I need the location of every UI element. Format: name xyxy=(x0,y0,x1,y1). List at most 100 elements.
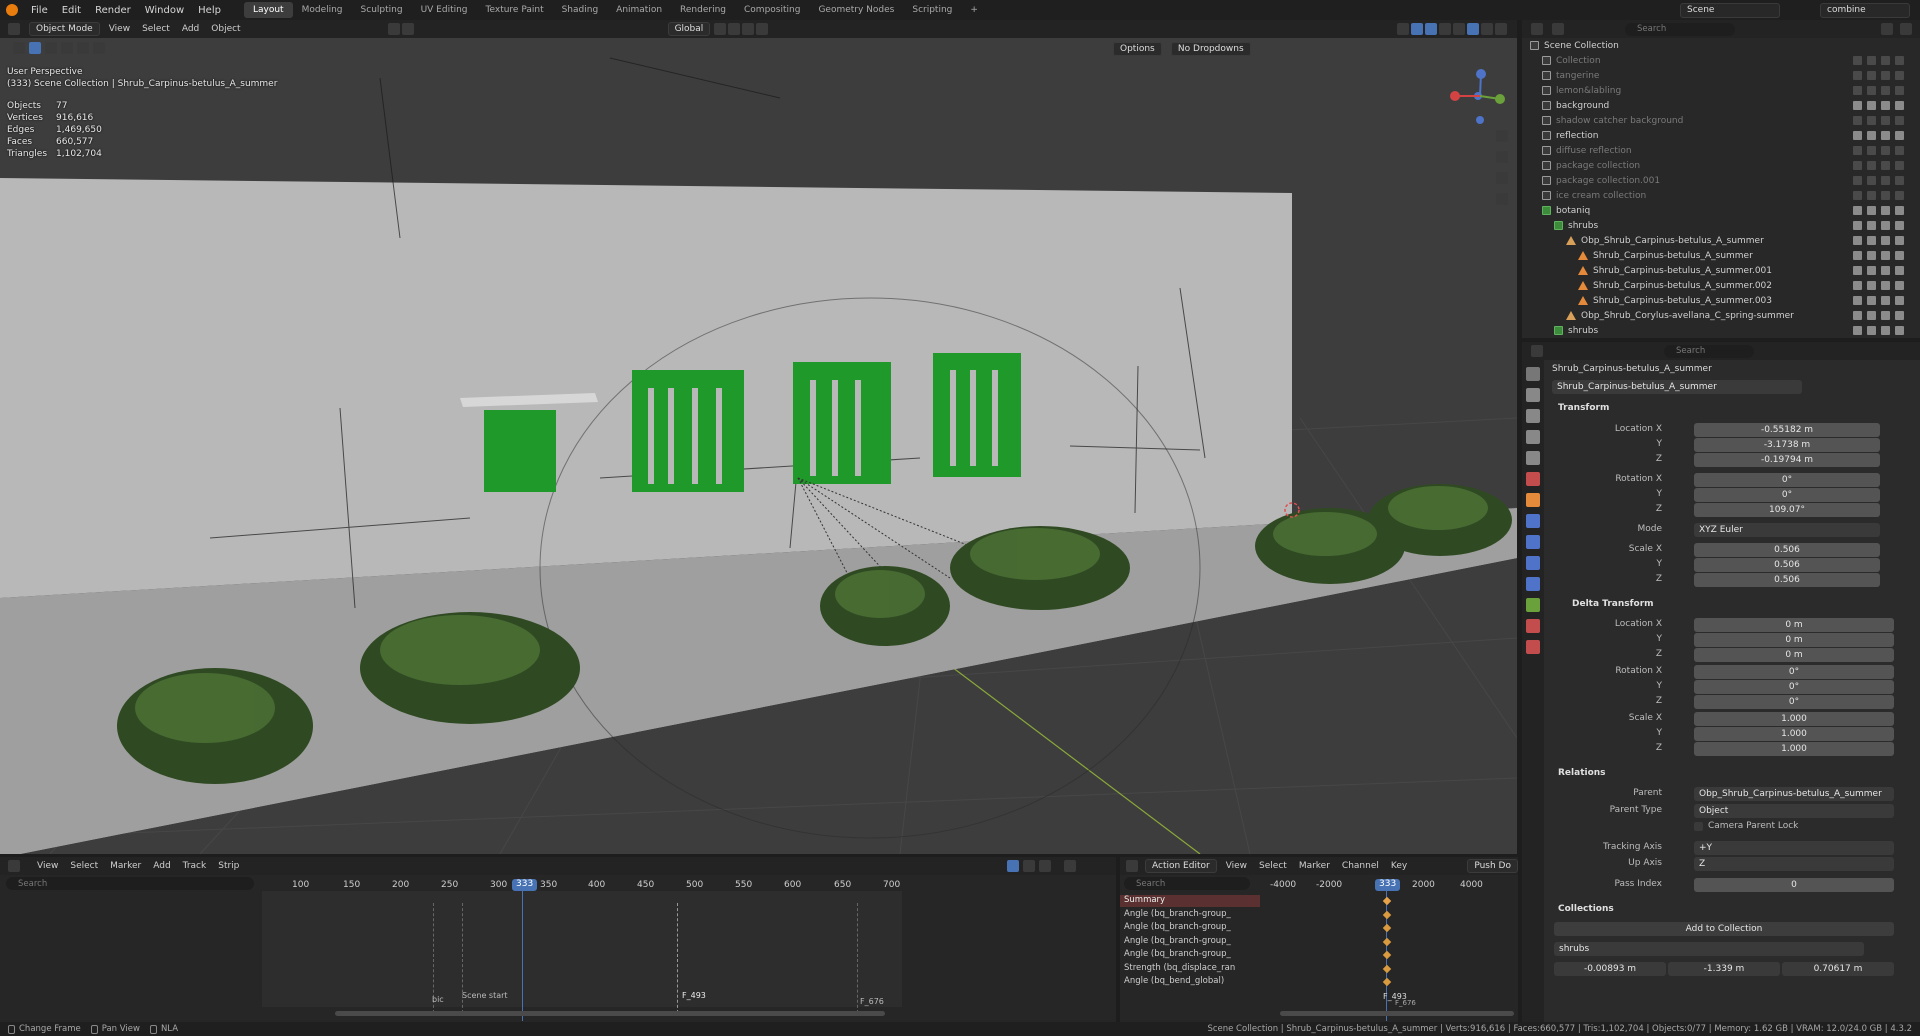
delta-scale-y-field[interactable]: 1.000 xyxy=(1694,727,1894,741)
editor-type-icon[interactable] xyxy=(1126,860,1138,872)
menu-window[interactable]: Window xyxy=(138,5,191,16)
tab-geometry-nodes[interactable]: Geometry Nodes xyxy=(809,2,903,18)
select-new-icon[interactable] xyxy=(29,42,41,54)
tab-uv-editing[interactable]: UV Editing xyxy=(412,2,477,18)
render-icon[interactable] xyxy=(1895,221,1904,230)
marker-f493[interactable]: F_493 xyxy=(682,991,706,1000)
checkbox-icon[interactable] xyxy=(1853,56,1862,65)
delta-location-x-field[interactable]: 0 m xyxy=(1694,618,1894,632)
outliner-row[interactable]: shadow catcher background xyxy=(1522,113,1920,128)
push-down-button[interactable]: Push Do xyxy=(1467,859,1518,873)
select-icon[interactable] xyxy=(1867,191,1876,200)
rotation-mode-dropdown[interactable]: XYZ Euler xyxy=(1694,523,1880,537)
menu-view[interactable]: View xyxy=(31,861,64,871)
checkbox-icon[interactable] xyxy=(1853,236,1862,245)
collection-offset-z[interactable]: 0.70617 m xyxy=(1782,962,1894,976)
overlay-filter-dropdown[interactable]: No Dropdowns xyxy=(1170,42,1251,56)
menu-track[interactable]: Track xyxy=(177,861,213,871)
keyframe-marker[interactable] xyxy=(1382,896,1392,906)
timeline-area[interactable] xyxy=(262,891,902,1007)
select-icon[interactable] xyxy=(1867,71,1876,80)
eye-icon[interactable] xyxy=(1881,116,1890,125)
menu-marker[interactable]: Marker xyxy=(104,861,147,871)
action-channel-row[interactable]: Angle (bq_branch-group_ xyxy=(1120,936,1260,948)
action-channel-row[interactable]: Angle (bq_branch-group_ xyxy=(1120,909,1260,921)
collection-entry-field[interactable]: shrubs xyxy=(1554,942,1864,956)
render-icon[interactable] xyxy=(1895,86,1904,95)
select-icon[interactable] xyxy=(1867,326,1876,335)
keyframe-marker[interactable] xyxy=(1382,923,1392,933)
menu-select[interactable]: Select xyxy=(64,861,104,871)
material-shading-icon[interactable] xyxy=(1481,23,1493,35)
add-to-collection-button[interactable]: Add to Collection xyxy=(1554,922,1894,936)
sequencer-timeline[interactable]: View Select Marker Add Track Strip Searc… xyxy=(0,857,1116,1023)
select-icon[interactable] xyxy=(1867,101,1876,110)
tracking-axis-dropdown[interactable]: +Y xyxy=(1694,841,1894,855)
properties-editor-icon[interactable] xyxy=(1531,345,1543,357)
action-channel-row[interactable]: Angle (bq_branch-group_ xyxy=(1120,949,1260,961)
outliner-row[interactable]: Shrub_Carpinus-betulus_A_summer xyxy=(1522,248,1920,263)
outliner-search-input[interactable]: Search xyxy=(1625,22,1735,36)
texture-tab-icon[interactable] xyxy=(1526,640,1540,654)
eye-icon[interactable] xyxy=(1881,176,1890,185)
transform-panel-title[interactable]: Transform xyxy=(1558,403,1609,413)
editor-type-icon[interactable] xyxy=(8,23,20,35)
scene-tab-icon[interactable] xyxy=(1526,451,1540,465)
3d-viewport[interactable]: User Perspective (333) Scene Collection … xyxy=(0,38,1517,854)
relations-panel-title[interactable]: Relations xyxy=(1558,768,1606,778)
tab-animation[interactable]: Animation xyxy=(607,2,671,18)
scale-y-field[interactable]: 0.506 xyxy=(1694,558,1880,572)
checkbox-icon[interactable] xyxy=(1853,116,1862,125)
wireframe-shading-icon[interactable] xyxy=(1453,23,1465,35)
tool-tab-icon[interactable] xyxy=(1526,367,1540,381)
render-icon[interactable] xyxy=(1895,296,1904,305)
collection-offset-x[interactable]: -0.00893 m xyxy=(1554,962,1666,976)
outliner-row[interactable]: shrubs xyxy=(1522,218,1920,233)
camera-view-icon[interactable] xyxy=(1496,172,1508,184)
pan-hand-icon[interactable] xyxy=(1496,151,1508,163)
tab-texture-paint[interactable]: Texture Paint xyxy=(477,2,553,18)
action-channel-row[interactable]: Angle (bq_bend_global) xyxy=(1120,976,1260,988)
render-icon[interactable] xyxy=(1895,161,1904,170)
menu-add[interactable]: Add xyxy=(176,24,205,34)
menu-key[interactable]: Key xyxy=(1385,861,1413,871)
menu-marker[interactable]: Marker xyxy=(1293,861,1336,871)
tab-layout[interactable]: Layout xyxy=(243,2,293,18)
delta-scale-z-field[interactable]: 1.000 xyxy=(1694,742,1894,756)
select-intersect-icon[interactable] xyxy=(93,42,105,54)
collection-offset-y[interactable]: -1.339 m xyxy=(1668,962,1780,976)
tab-scripting[interactable]: Scripting xyxy=(903,2,961,18)
transform-orientation-dropdown[interactable]: Global xyxy=(667,22,711,36)
select-icon[interactable] xyxy=(1867,206,1876,215)
mode-dropdown[interactable]: Object Mode xyxy=(29,22,100,36)
scale-x-field[interactable]: 0.506 xyxy=(1694,543,1880,557)
delta-rotation-x-field[interactable]: 0° xyxy=(1694,665,1894,679)
checkbox-icon[interactable] xyxy=(1853,86,1862,95)
keyframe-marker[interactable] xyxy=(1382,910,1392,919)
select-subtract-icon[interactable] xyxy=(61,42,73,54)
select-invert-icon[interactable] xyxy=(77,42,89,54)
select-icon[interactable] xyxy=(1867,176,1876,185)
eye-icon[interactable] xyxy=(1881,251,1890,260)
render-icon[interactable] xyxy=(1895,236,1904,245)
rotation-z-field[interactable]: 109.07° xyxy=(1694,503,1880,517)
action-search-input[interactable]: Search xyxy=(1124,877,1250,890)
marker-bic[interactable]: bic xyxy=(432,995,444,1004)
properties-search-input[interactable]: Search xyxy=(1664,344,1754,358)
render-icon[interactable] xyxy=(1895,146,1904,155)
pass-index-field[interactable]: 0 xyxy=(1694,878,1894,892)
render-icon[interactable] xyxy=(1895,56,1904,65)
menu-view[interactable]: View xyxy=(103,24,136,34)
keyframe-marker[interactable] xyxy=(1382,977,1392,987)
checkbox-icon[interactable] xyxy=(1853,296,1862,305)
menu-channel[interactable]: Channel xyxy=(1336,861,1385,871)
object-tab-icon[interactable] xyxy=(1526,493,1540,507)
eye-icon[interactable] xyxy=(1881,266,1890,275)
new-collection-icon[interactable] xyxy=(1900,23,1912,35)
action-editor-mode-dropdown[interactable]: Action Editor xyxy=(1145,859,1217,873)
up-axis-dropdown[interactable]: Z xyxy=(1694,857,1894,871)
data-tab-icon[interactable] xyxy=(1526,598,1540,612)
menu-edit[interactable]: Edit xyxy=(55,5,88,16)
select-icon[interactable] xyxy=(1867,281,1876,290)
render-icon[interactable] xyxy=(1895,206,1904,215)
